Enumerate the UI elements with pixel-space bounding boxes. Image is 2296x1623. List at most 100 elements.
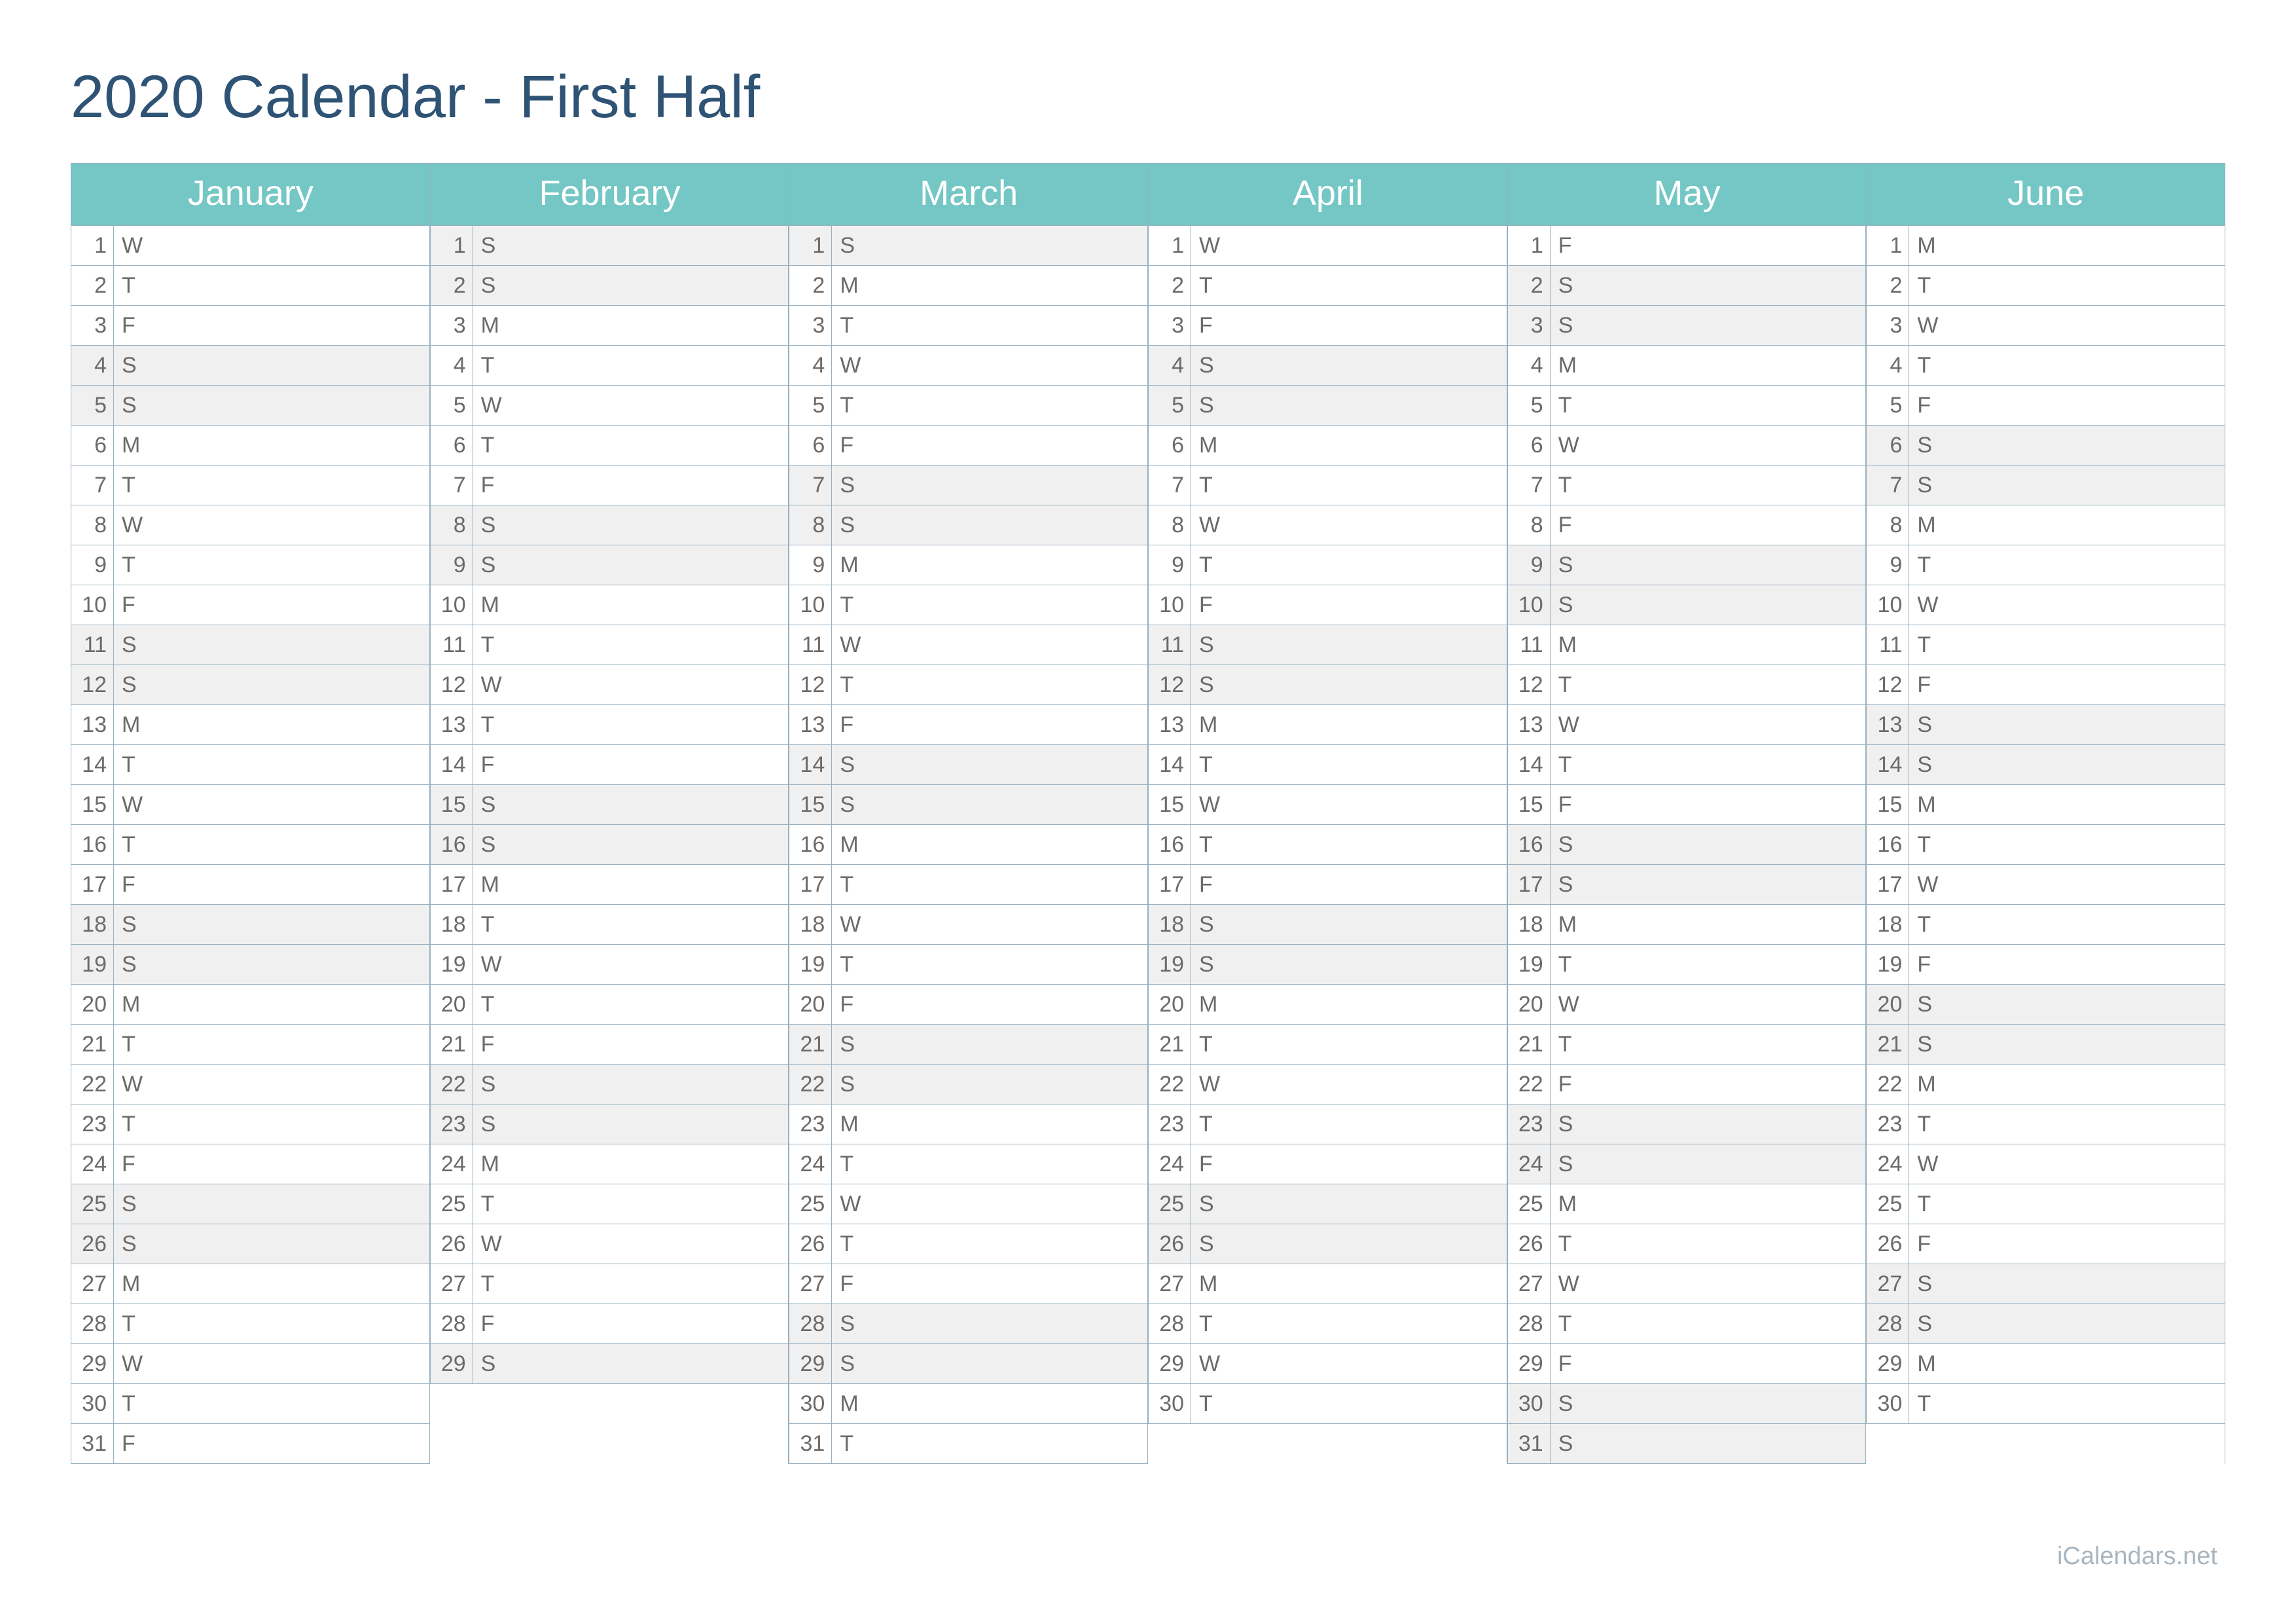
day-note-cell	[1592, 226, 1867, 266]
day-row: 11M	[1507, 625, 1867, 665]
day-number: 1	[71, 226, 114, 266]
day-note-cell	[874, 785, 1148, 825]
day-number: 21	[1148, 1025, 1191, 1065]
day-note-cell	[1592, 505, 1867, 545]
day-of-week: S	[114, 386, 156, 426]
month-days: 1F2S3S4M5T6W7T8F9S10S11M12T13W14T15F16S1…	[1507, 226, 1867, 1464]
day-of-week: T	[832, 1144, 874, 1184]
day-row: 28T	[1507, 1304, 1867, 1344]
day-number: 16	[71, 825, 114, 865]
day-note-cell	[874, 1144, 1148, 1184]
day-of-week: T	[1191, 1104, 1233, 1144]
day-of-week: M	[832, 825, 874, 865]
day-row: 18W	[789, 905, 1148, 945]
day-row: 16M	[789, 825, 1148, 865]
day-note-cell	[874, 226, 1148, 266]
day-number: 27	[789, 1264, 832, 1304]
day-row: 14T	[1507, 745, 1867, 785]
day-note-cell	[156, 785, 430, 825]
day-row: 22F	[1507, 1065, 1867, 1104]
day-number: 7	[1507, 465, 1551, 505]
day-number: 18	[1866, 905, 1909, 945]
day-of-week: S	[473, 266, 515, 306]
day-note-cell	[1592, 1144, 1867, 1184]
day-note-cell	[156, 625, 430, 665]
day-note-cell	[1592, 1224, 1867, 1264]
day-number: 15	[430, 785, 473, 825]
day-note-cell	[156, 945, 430, 985]
day-row: 9M	[789, 545, 1148, 585]
day-of-week: T	[1191, 825, 1233, 865]
day-note-cell	[874, 585, 1148, 625]
day-note-cell	[874, 1424, 1148, 1464]
day-row: 24T	[789, 1144, 1148, 1184]
day-row: 27S	[1866, 1264, 2225, 1304]
day-of-week: T	[832, 945, 874, 985]
day-of-week: S	[1551, 865, 1592, 905]
month-header: April	[1148, 163, 1507, 226]
day-note-cell	[874, 1344, 1148, 1384]
day-note-cell	[1233, 665, 1507, 705]
day-of-week: S	[1191, 1184, 1233, 1224]
day-of-week: M	[1551, 905, 1592, 945]
day-note-cell	[1233, 785, 1507, 825]
day-of-week: S	[1191, 625, 1233, 665]
day-number: 4	[71, 346, 114, 386]
day-number: 9	[1148, 545, 1191, 585]
day-row: 6T	[430, 426, 789, 465]
day-number: 12	[430, 665, 473, 705]
day-row: 19S	[71, 945, 430, 985]
day-note-cell	[156, 825, 430, 865]
day-of-week: T	[1191, 745, 1233, 785]
day-row: 28S	[789, 1304, 1148, 1344]
day-row: 30T	[1148, 1384, 1507, 1424]
day-number: 25	[1148, 1184, 1191, 1224]
day-of-week: S	[1191, 945, 1233, 985]
day-of-week: S	[473, 825, 515, 865]
day-number: 5	[1148, 386, 1191, 426]
day-of-week: F	[114, 306, 156, 346]
day-row: 30S	[1507, 1384, 1867, 1424]
day-number: 3	[789, 306, 832, 346]
day-row: 9T	[1148, 545, 1507, 585]
day-number: 30	[71, 1384, 114, 1424]
day-number: 22	[789, 1065, 832, 1104]
day-note-cell	[1592, 306, 1867, 346]
day-note-cell	[874, 1224, 1148, 1264]
day-note-cell	[1233, 705, 1507, 745]
day-row: 24F	[1148, 1144, 1507, 1184]
day-row: 10W	[1866, 585, 2225, 625]
day-number: 28	[71, 1304, 114, 1344]
day-note-cell	[515, 1184, 789, 1224]
day-note-cell	[1233, 426, 1507, 465]
day-number: 26	[1507, 1224, 1551, 1264]
day-row: 24S	[1507, 1144, 1867, 1184]
day-note-cell	[1951, 306, 2225, 346]
day-of-week: S	[1551, 266, 1592, 306]
day-row: 3M	[430, 306, 789, 346]
day-number: 17	[71, 865, 114, 905]
day-row: 7T	[1507, 465, 1867, 505]
day-number: 16	[1507, 825, 1551, 865]
day-number: 27	[430, 1264, 473, 1304]
day-note-cell	[1951, 825, 2225, 865]
day-note-cell	[515, 1104, 789, 1144]
day-row: 15W	[1148, 785, 1507, 825]
day-number: 28	[1148, 1304, 1191, 1344]
day-note-cell	[874, 1104, 1148, 1144]
day-of-week: T	[1909, 1104, 1951, 1144]
day-of-week: S	[1551, 1384, 1592, 1424]
day-row: 14T	[1148, 745, 1507, 785]
day-number: 7	[789, 465, 832, 505]
day-row: 5F	[1866, 386, 2225, 426]
day-of-week: M	[114, 426, 156, 465]
day-note-cell	[156, 465, 430, 505]
day-row: 10S	[1507, 585, 1867, 625]
day-of-week: S	[1191, 386, 1233, 426]
day-number: 13	[1148, 705, 1191, 745]
day-of-week: F	[1191, 306, 1233, 346]
day-of-week: F	[114, 1144, 156, 1184]
day-note-cell	[156, 545, 430, 585]
day-number: 6	[71, 426, 114, 465]
day-of-week: W	[832, 625, 874, 665]
